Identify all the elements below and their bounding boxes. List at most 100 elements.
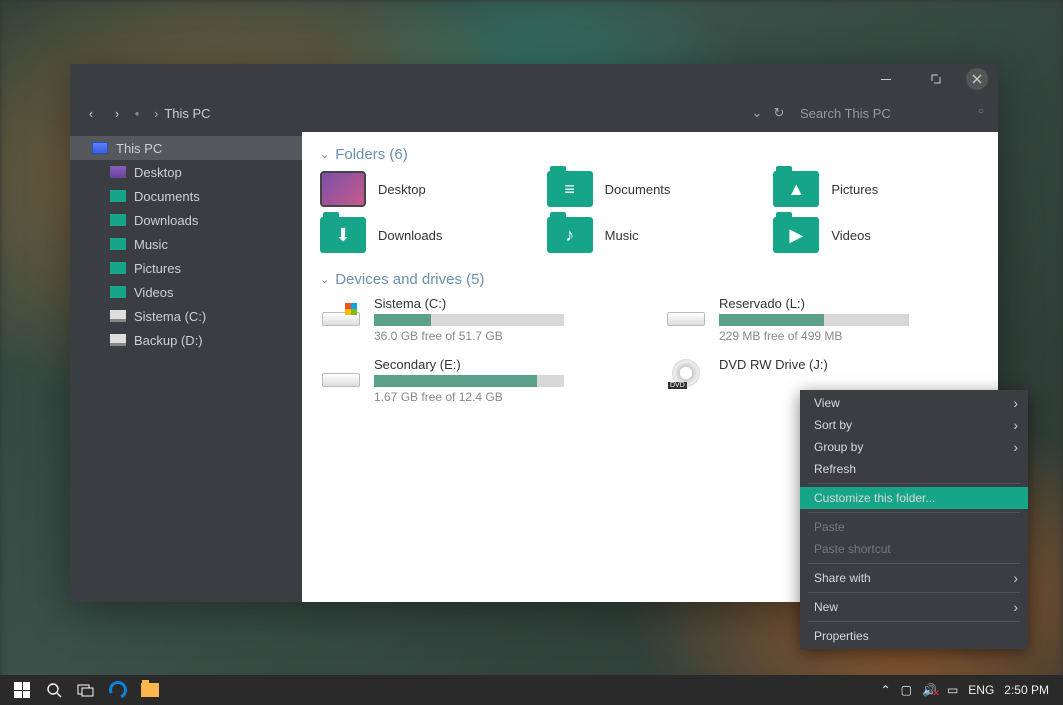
disk-icon xyxy=(110,310,126,322)
taskbar: ⌃ ▢ 🔊✕ ▭ ENG 2:50 PM xyxy=(0,675,1063,705)
sidebar-item-label: Pictures xyxy=(134,261,181,276)
start-button[interactable] xyxy=(6,675,38,705)
drives-section-header[interactable]: ⌄ Devices and drives (5) xyxy=(320,271,980,288)
address-dropdown-icon[interactable]: ⌄ xyxy=(746,105,768,121)
folder-music[interactable]: ♪ Music xyxy=(547,217,754,253)
refresh-button[interactable]: ↻ xyxy=(768,105,790,121)
pictures-icon xyxy=(110,262,126,274)
drive-sistema-c[interactable]: Sistema (C:) 36.0 GB free of 51.7 GB xyxy=(320,296,635,343)
search-input[interactable]: Search This PC xyxy=(800,106,990,121)
pc-icon xyxy=(92,142,108,154)
drive-name: Reservado (L:) xyxy=(719,296,980,311)
ctx-new[interactable]: New xyxy=(800,596,1028,618)
sidebar-item-this-pc[interactable]: This PC xyxy=(70,136,302,160)
drive-name: Secondary (E:) xyxy=(374,357,635,372)
separator xyxy=(808,592,1020,593)
music-folder-icon: ♪ xyxy=(547,217,593,253)
folder-label: Documents xyxy=(605,182,671,197)
sidebar-item-music[interactable]: Music xyxy=(70,232,302,256)
folder-label: Music xyxy=(605,228,639,243)
search-icon[interactable] xyxy=(38,675,70,705)
ctx-share-with[interactable]: Share with xyxy=(800,567,1028,589)
display-icon[interactable]: ▢ xyxy=(901,683,912,697)
edge-icon[interactable] xyxy=(102,675,134,705)
chevron-right-icon: › xyxy=(154,106,158,121)
documents-icon xyxy=(110,190,126,202)
drive-free-text: 229 MB free of 499 MB xyxy=(719,329,980,343)
folder-label: Desktop xyxy=(378,182,426,197)
tray-chevron-icon[interactable]: ⌃ xyxy=(881,683,891,697)
recent-locations-icon[interactable]: • xyxy=(130,106,144,121)
minimize-button[interactable] xyxy=(866,64,906,94)
language-indicator[interactable]: ENG xyxy=(968,683,994,697)
sidebar-item-drive-c[interactable]: Sistema (C:) xyxy=(70,304,302,328)
videos-icon xyxy=(110,286,126,298)
section-title: Devices and drives (5) xyxy=(335,271,484,288)
sidebar-item-desktop[interactable]: Desktop xyxy=(70,160,302,184)
maximize-button[interactable] xyxy=(916,64,956,94)
sidebar-item-pictures[interactable]: Pictures xyxy=(70,256,302,280)
sidebar-item-label: Sistema (C:) xyxy=(134,309,206,324)
navigation-bar: ‹ › • › This PC ⌄ ↻ Search This PC xyxy=(70,94,998,132)
sidebar-item-label: Backup (D:) xyxy=(134,333,203,348)
forward-button[interactable]: › xyxy=(104,100,130,126)
ctx-refresh[interactable]: Refresh xyxy=(800,458,1028,480)
sidebar-item-label: Music xyxy=(134,237,168,252)
sidebar: This PC Desktop Documents Downloads Musi… xyxy=(70,132,302,602)
context-menu: View Sort by Group by Refresh Customize … xyxy=(800,390,1028,649)
system-tray: ⌃ ▢ 🔊✕ ▭ ENG 2:50 PM xyxy=(881,683,1057,697)
ctx-sort-by[interactable]: Sort by xyxy=(800,414,1028,436)
drive-name: DVD RW Drive (J:) xyxy=(719,357,980,372)
ctx-paste-shortcut[interactable]: Paste shortcut xyxy=(800,538,1028,560)
ctx-paste[interactable]: Paste xyxy=(800,516,1028,538)
clock[interactable]: 2:50 PM xyxy=(1004,683,1049,697)
separator xyxy=(808,483,1020,484)
ctx-group-by[interactable]: Group by xyxy=(800,436,1028,458)
sidebar-item-label: Desktop xyxy=(134,165,182,180)
sidebar-item-drive-d[interactable]: Backup (D:) xyxy=(70,328,302,352)
downloads-icon xyxy=(110,214,126,226)
folder-label: Videos xyxy=(831,228,871,243)
disk-icon xyxy=(110,334,126,346)
folder-documents[interactable]: ≡ Documents xyxy=(547,171,754,207)
disk-icon xyxy=(320,357,362,387)
chevron-down-icon: ⌄ xyxy=(320,148,329,161)
disk-icon xyxy=(665,296,707,326)
separator xyxy=(808,621,1020,622)
volume-icon[interactable]: 🔊✕ xyxy=(922,683,937,697)
task-view-icon[interactable] xyxy=(70,675,102,705)
folders-section-header[interactable]: ⌄Folders (6) xyxy=(320,146,980,163)
drive-usage-bar xyxy=(374,314,564,326)
drive-usage-bar xyxy=(374,375,564,387)
drive-secondary-e[interactable]: Secondary (E:)1.67 GB free of 12.4 GB xyxy=(320,357,635,404)
sidebar-item-downloads[interactable]: Downloads xyxy=(70,208,302,232)
sidebar-item-label: Documents xyxy=(134,189,200,204)
documents-folder-icon: ≡ xyxy=(547,171,593,207)
breadcrumb[interactable]: › This PC xyxy=(154,106,211,121)
folder-pictures[interactable]: ▲Pictures xyxy=(773,171,980,207)
desktop-icon xyxy=(110,166,126,178)
folder-desktop[interactable]: Desktop xyxy=(320,171,527,207)
ctx-customize-folder[interactable]: Customize this folder... xyxy=(800,487,1028,509)
folder-label: Downloads xyxy=(378,228,442,243)
close-button[interactable] xyxy=(966,68,988,90)
drive-free-text: 36.0 GB free of 51.7 GB xyxy=(374,329,635,343)
folder-downloads[interactable]: ⬇Downloads xyxy=(320,217,527,253)
dvd-icon: DVD xyxy=(665,357,707,387)
sidebar-item-documents[interactable]: Documents xyxy=(70,184,302,208)
explorer-icon[interactable] xyxy=(134,675,166,705)
ctx-view[interactable]: View xyxy=(800,392,1028,414)
videos-folder-icon: ▶ xyxy=(773,217,819,253)
action-center-icon[interactable]: ▭ xyxy=(947,683,958,697)
drive-name: Sistema (C:) xyxy=(374,296,635,311)
drive-reservado-l[interactable]: Reservado (L:) 229 MB free of 499 MB xyxy=(665,296,980,343)
titlebar xyxy=(70,64,998,94)
pictures-folder-icon: ▲ xyxy=(773,171,819,207)
ctx-properties[interactable]: Properties xyxy=(800,625,1028,647)
sidebar-item-videos[interactable]: Videos xyxy=(70,280,302,304)
back-button[interactable]: ‹ xyxy=(78,100,104,126)
folder-videos[interactable]: ▶ Videos xyxy=(773,217,980,253)
disk-icon xyxy=(320,296,362,326)
chevron-down-icon: ⌄ xyxy=(320,273,329,286)
drive-usage-bar xyxy=(719,314,909,326)
